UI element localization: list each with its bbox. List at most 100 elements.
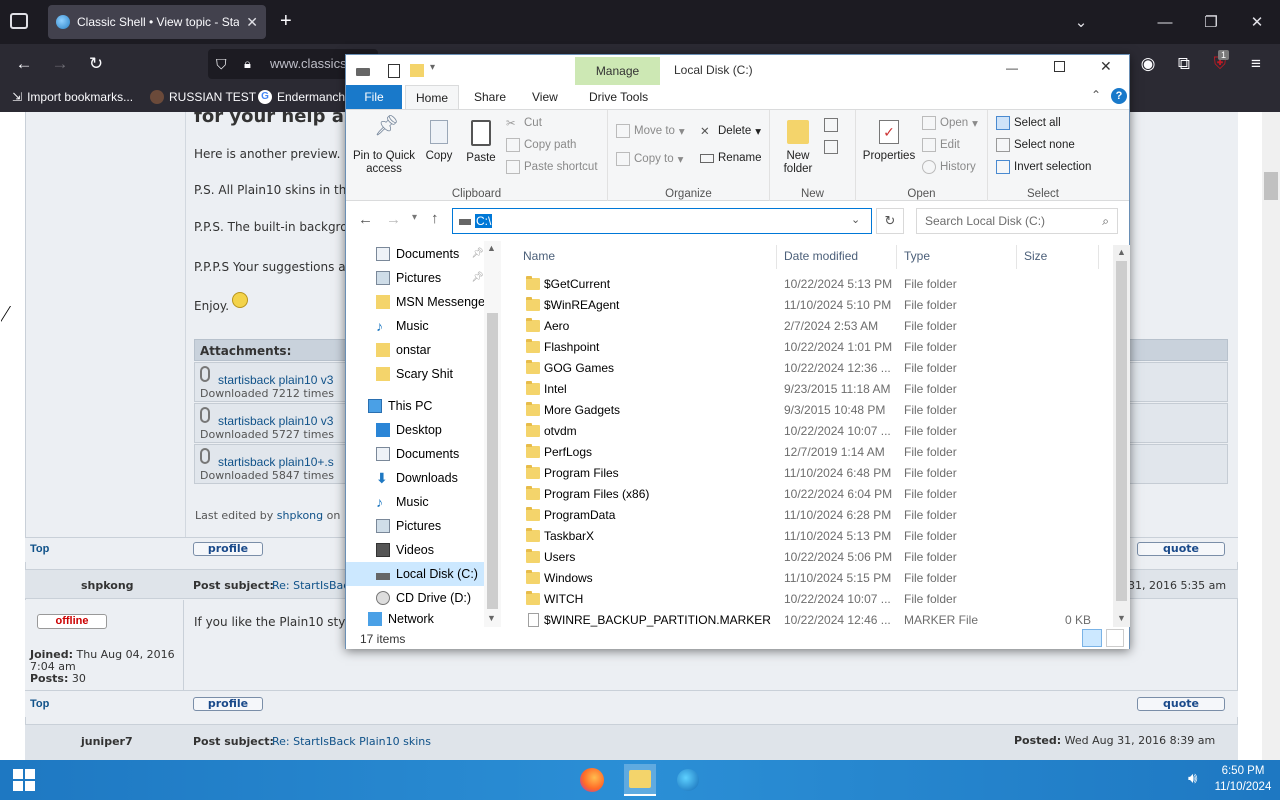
open-button[interactable]: Open ▾ <box>922 116 978 130</box>
tab-file[interactable]: File <box>346 85 402 109</box>
browser-tab[interactable]: Classic Shell • View topic - Start ✕ <box>48 5 266 39</box>
file-row[interactable]: GOG Games 10/22/2024 12:36 ... File folder <box>506 358 1106 379</box>
quote-button[interactable]: quote <box>1137 697 1225 711</box>
column-header-date[interactable]: Date modified <box>784 249 858 263</box>
nav-item-desktop[interactable]: Desktop <box>376 418 442 442</box>
reload-button[interactable]: ↻ <box>82 50 110 78</box>
attachment-link[interactable]: startisback plain10 v3 <box>218 414 333 428</box>
nav-pane-scrollbar[interactable]: ▲ ▼ <box>484 241 501 627</box>
profile-button[interactable]: profile <box>193 697 263 711</box>
menu-icon[interactable]: ≡ <box>1242 50 1270 78</box>
start-button[interactable] <box>8 764 40 796</box>
properties-qat-icon[interactable] <box>388 64 400 78</box>
file-row[interactable]: Users 10/22/2024 5:06 PM File folder <box>506 547 1106 568</box>
post-author[interactable]: shpkong <box>81 579 134 592</box>
qat-customize-icon[interactable]: ▾ <box>430 62 435 73</box>
rename-button[interactable]: Rename <box>700 152 761 164</box>
file-row[interactable]: Intel 9/23/2015 11:18 AM File folder <box>506 379 1106 400</box>
manage-tab[interactable]: Manage <box>575 57 660 85</box>
file-explorer-taskbar-icon[interactable] <box>624 764 656 796</box>
move-to-button[interactable]: Move to ▾ <box>616 124 685 138</box>
tab-home[interactable]: Home <box>405 85 460 109</box>
tab-view[interactable]: View <box>522 85 568 109</box>
attachment-link[interactable]: startisback plain10+.s <box>218 455 334 469</box>
nav-item-downloads[interactable]: ⬇ Downloads <box>376 466 458 490</box>
nav-item-pc-music[interactable]: ♪ Music <box>376 490 429 514</box>
search-box[interactable]: Search Local Disk (C:) ⌕ <box>916 208 1118 234</box>
nav-item-cd-drive[interactable]: CD Drive (D:) <box>376 586 471 610</box>
nav-item-this-pc[interactable]: This PC <box>368 394 432 418</box>
nav-item-network[interactable]: Network <box>368 612 434 626</box>
file-row[interactable]: Aero 2/7/2024 2:53 AM File folder <box>506 316 1106 337</box>
file-row[interactable]: $GetCurrent 10/22/2024 5:13 PM File folder <box>506 274 1106 295</box>
back-arrow-icon[interactable]: ← <box>358 211 373 228</box>
post-author[interactable]: juniper7 <box>81 735 133 748</box>
address-dropdown-chevron-icon[interactable]: ⌄ <box>851 213 860 226</box>
last-edited-user-link[interactable]: shpkong <box>277 509 323 522</box>
new-item-icon[interactable] <box>824 118 838 132</box>
copy-button[interactable]: Copy <box>420 120 458 163</box>
scroll-down-icon[interactable]: ▼ <box>487 613 496 623</box>
up-arrow-icon[interactable]: ↑ <box>431 210 439 227</box>
file-row[interactable]: PerfLogs 12/7/2019 1:14 AM File folder <box>506 442 1106 463</box>
bookmark-endermanch[interactable]: G Endermanch <box>258 90 345 104</box>
help-icon[interactable]: ? <box>1111 88 1127 104</box>
file-row[interactable]: otvdm 10/22/2024 10:07 ... File folder <box>506 421 1106 442</box>
nav-item-music[interactable]: ♪ Music <box>376 314 429 338</box>
new-tab-button[interactable]: + <box>280 10 292 33</box>
back-button[interactable]: ← <box>10 50 38 78</box>
explorer-maximize-button[interactable] <box>1054 61 1065 72</box>
file-row[interactable]: $WinREAgent 11/10/2024 5:10 PM File folder <box>506 295 1106 316</box>
address-text[interactable]: C:\ <box>475 214 493 228</box>
select-none-button[interactable]: Select none <box>996 138 1075 152</box>
file-row[interactable]: WITCH 10/22/2024 10:07 ... File folder <box>506 589 1106 610</box>
bookmark-russian-test[interactable]: RUSSIAN TEST <box>150 90 256 104</box>
file-row[interactable]: Program Files 11/10/2024 6:48 PM File fold… <box>506 463 1106 484</box>
copy-to-button[interactable]: Copy to ▾ <box>616 152 683 166</box>
close-tab-icon[interactable]: ✕ <box>246 14 258 31</box>
paste-button[interactable]: Paste <box>462 120 500 165</box>
properties-button[interactable]: ✓ Properties <box>858 120 920 163</box>
invert-selection-button[interactable]: Invert selection <box>996 160 1091 174</box>
post-subject-link[interactable]: Re: StartIsBack Plain10 skins <box>272 735 431 748</box>
close-window-button[interactable]: ✕ <box>1234 0 1280 44</box>
file-row[interactable]: Flashpoint 10/22/2024 1:01 PM File folder <box>506 337 1106 358</box>
large-icons-view-button[interactable] <box>1106 629 1124 647</box>
extensions-icon[interactable]: ⧉ <box>1170 50 1198 78</box>
tab-share[interactable]: Share <box>464 85 516 109</box>
cut-button[interactable]: ✂ Cut <box>506 116 542 130</box>
attachment-link[interactable]: startisback plain10 v3 <box>218 373 333 387</box>
paste-shortcut-button[interactable]: Paste shortcut <box>506 160 598 174</box>
forward-button[interactable]: → <box>46 50 74 78</box>
details-view-button[interactable] <box>1082 629 1102 647</box>
file-row[interactable]: $WINRE_BACKUP_PARTITION.MARKER 10/22/2024… <box>506 610 1106 627</box>
nav-item-pictures[interactable]: Pictures 📌︎ <box>376 266 484 290</box>
file-list-scrollbar[interactable]: ▲ ▼ <box>1113 245 1130 627</box>
explorer-close-button[interactable]: ✕ <box>1100 58 1112 75</box>
nav-item-documents[interactable]: Documents 📌︎ <box>376 242 484 266</box>
new-folder-qat-icon[interactable] <box>410 64 424 77</box>
file-row[interactable]: More Gadgets 9/3/2015 10:48 PM File folder <box>506 400 1106 421</box>
scroll-up-icon[interactable]: ▲ <box>487 243 496 253</box>
nav-item-pc-pictures[interactable]: Pictures <box>376 514 441 538</box>
tab-drive-tools[interactable]: Drive Tools <box>579 85 658 109</box>
tab-list-icon[interactable] <box>10 13 28 29</box>
profile-button[interactable]: profile <box>193 542 263 556</box>
page-scrollbar[interactable] <box>1262 112 1280 760</box>
pin-quick-access-button[interactable]: 📌︎ Pin to Quick access <box>351 116 417 176</box>
column-header-size[interactable]: Size <box>1024 249 1047 263</box>
select-all-button[interactable]: Select all <box>996 116 1061 130</box>
account-icon[interactable]: ◉ <box>1134 50 1162 78</box>
recent-locations-chevron-icon[interactable]: ▾ <box>412 212 417 223</box>
system-clock[interactable]: 6:50 PM 11/10/2024 <box>1212 763 1274 795</box>
scroll-up-icon[interactable]: ▲ <box>1117 247 1126 257</box>
column-divider[interactable] <box>1098 245 1099 269</box>
top-link[interactable]: Top <box>30 698 49 710</box>
lock-icon[interactable]: 🔒︎ <box>244 49 251 79</box>
volume-icon[interactable]: 🔊︎ <box>1188 770 1197 787</box>
quote-button[interactable]: quote <box>1137 542 1225 556</box>
column-divider[interactable] <box>896 245 897 269</box>
column-divider[interactable] <box>1016 245 1017 269</box>
file-row[interactable]: ProgramData 11/10/2024 6:28 PM File folder <box>506 505 1106 526</box>
delete-button[interactable]: ✕ Delete ▾ <box>700 124 761 138</box>
